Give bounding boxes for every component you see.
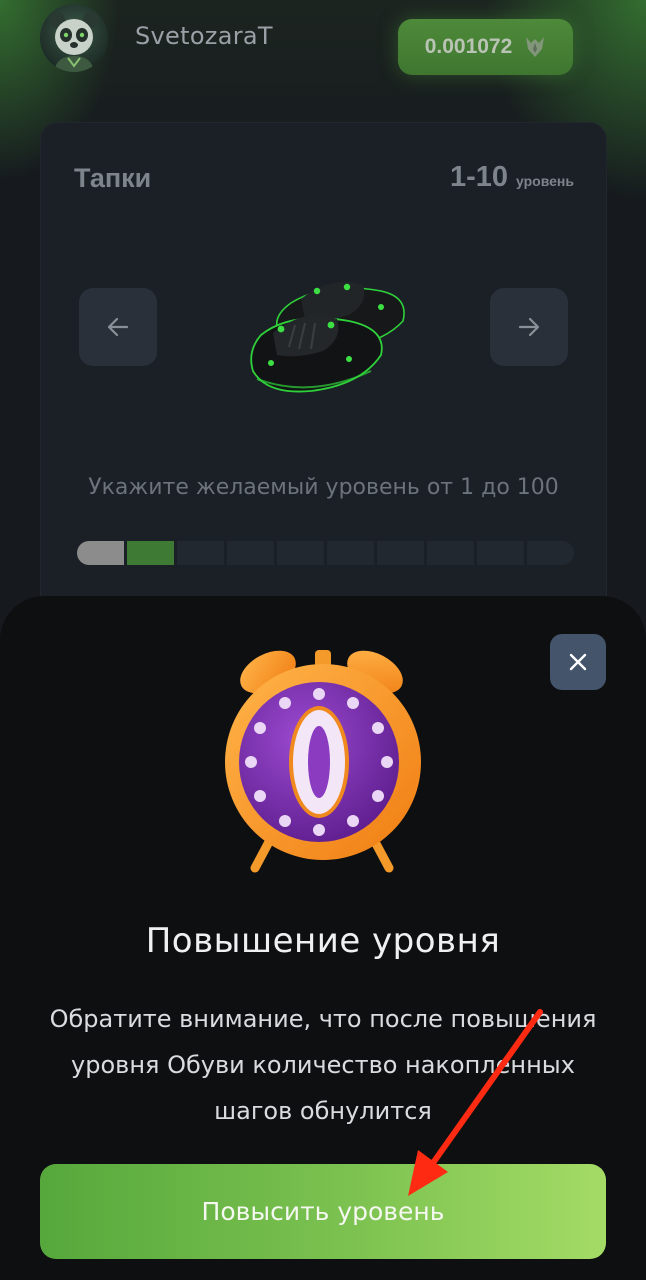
sheet-title: Повышение уровня [145, 921, 501, 961]
panda-avatar-icon [49, 12, 99, 72]
balance-pill[interactable]: 0.001072 [398, 19, 573, 75]
slipper-image [250, 282, 405, 393]
avatar[interactable] [40, 4, 108, 72]
close-icon [569, 653, 587, 671]
app-screen: SvetozaraT 0.001072 Тапки 1-10 уровень У… [0, 0, 646, 1280]
prev-button[interactable] [79, 288, 157, 366]
level-up-button[interactable]: Повысить уровень [40, 1164, 606, 1259]
progress-segment[interactable] [77, 541, 124, 565]
username: SvetozaraT [135, 22, 273, 50]
sheet-message: Обратите внимание, что после повышения у… [49, 1005, 597, 1125]
level-up-sheet: Повышение уровня Обратите внимание, что … [0, 596, 646, 1280]
shoe-card: Тапки 1-10 уровень Укажите желаемый уров… [40, 122, 607, 644]
token-icon [524, 35, 546, 59]
balance-value: 0.001072 [424, 35, 513, 58]
progress-segment[interactable] [427, 541, 474, 565]
next-button[interactable] [490, 288, 568, 366]
progress-segment[interactable] [227, 541, 274, 565]
progress-segment[interactable] [377, 541, 424, 565]
arrow-left-icon [107, 317, 129, 337]
level-hint: Укажите желаемый уровень от 1 до 100 [88, 475, 559, 500]
progress-segment[interactable] [527, 541, 574, 565]
progress-segment[interactable] [177, 541, 224, 565]
level-progress-bar[interactable] [77, 541, 574, 565]
level-range: 1-10 [449, 161, 509, 193]
progress-segment[interactable] [127, 541, 174, 565]
progress-segment[interactable] [477, 541, 524, 565]
card-title: Тапки [74, 163, 152, 193]
card-level: 1-10 уровень [450, 161, 574, 194]
progress-segment[interactable] [277, 541, 324, 565]
arrow-right-icon [518, 317, 540, 337]
level-unit: уровень [516, 173, 574, 189]
progress-segment[interactable] [327, 541, 374, 565]
level-up-button-label: Повысить уровень [201, 1197, 445, 1226]
close-button[interactable] [550, 634, 606, 690]
alarm-clock-icon [225, 650, 421, 873]
